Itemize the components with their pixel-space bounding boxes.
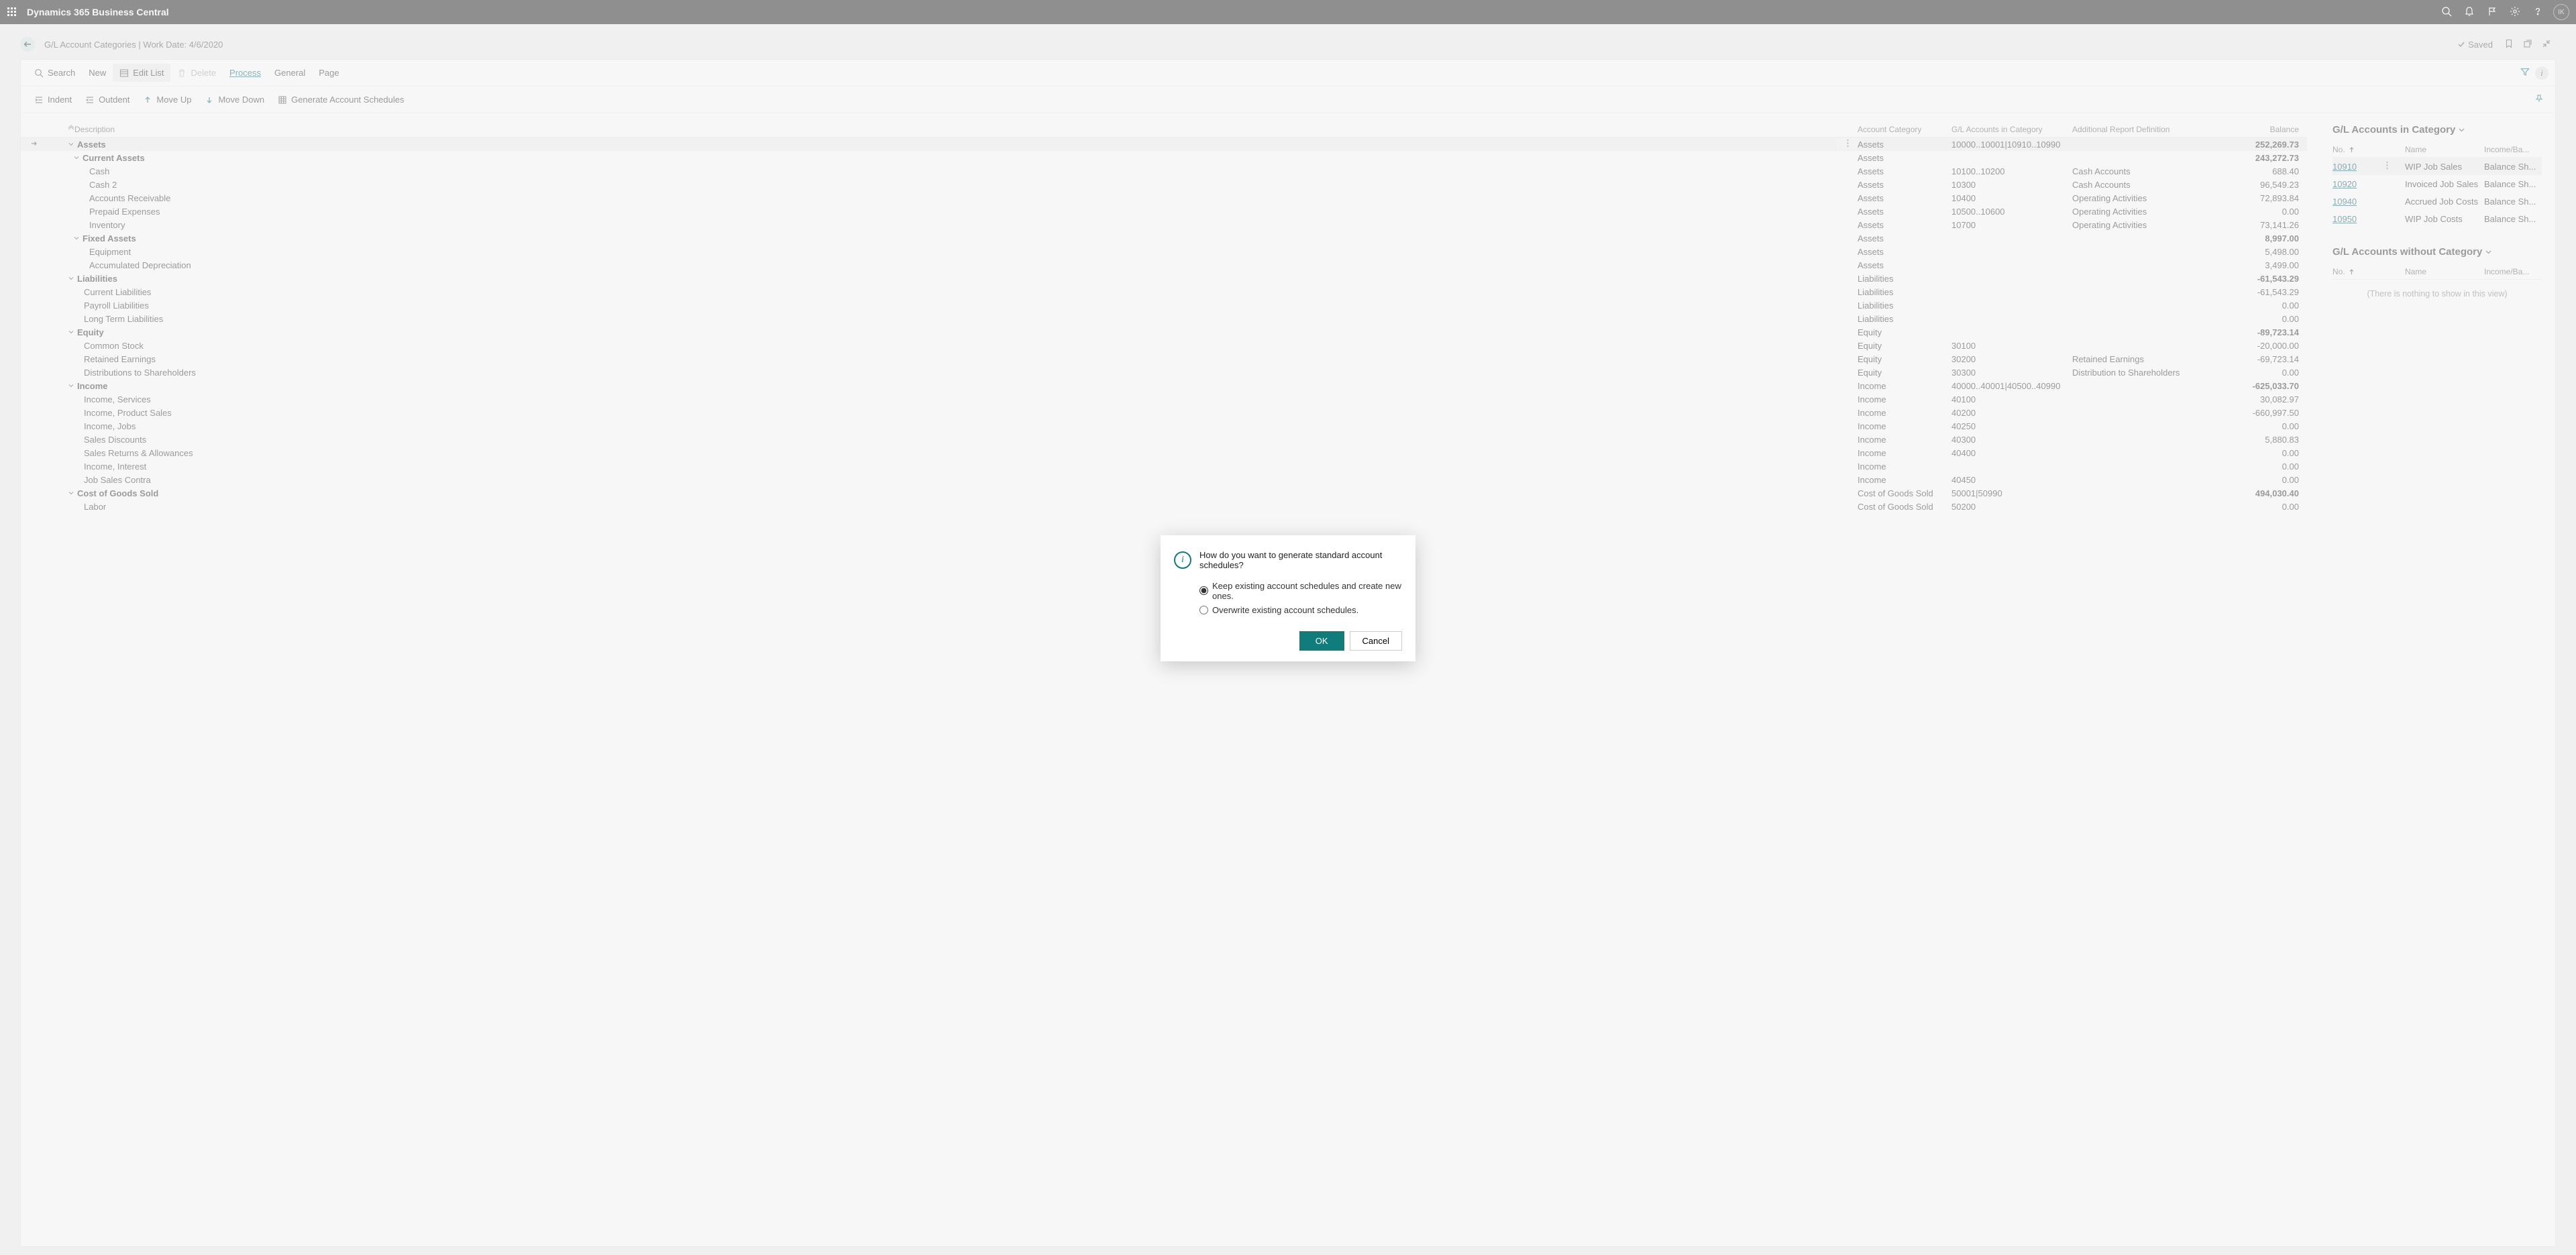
- info-icon: i: [1174, 551, 1191, 569]
- radio-overwrite[interactable]: [1199, 606, 1208, 614]
- ok-button[interactable]: OK: [1299, 631, 1344, 651]
- option-keep[interactable]: Keep existing account schedules and crea…: [1199, 581, 1402, 601]
- dialog-question: How do you want to generate standard acc…: [1199, 550, 1402, 570]
- modal-overlay: i How do you want to generate standard a…: [0, 0, 2576, 1255]
- radio-keep[interactable]: [1199, 586, 1208, 595]
- generate-schedules-dialog: i How do you want to generate standard a…: [1161, 535, 1415, 661]
- option-overwrite[interactable]: Overwrite existing account schedules.: [1199, 605, 1402, 615]
- cancel-button[interactable]: Cancel: [1350, 631, 1402, 651]
